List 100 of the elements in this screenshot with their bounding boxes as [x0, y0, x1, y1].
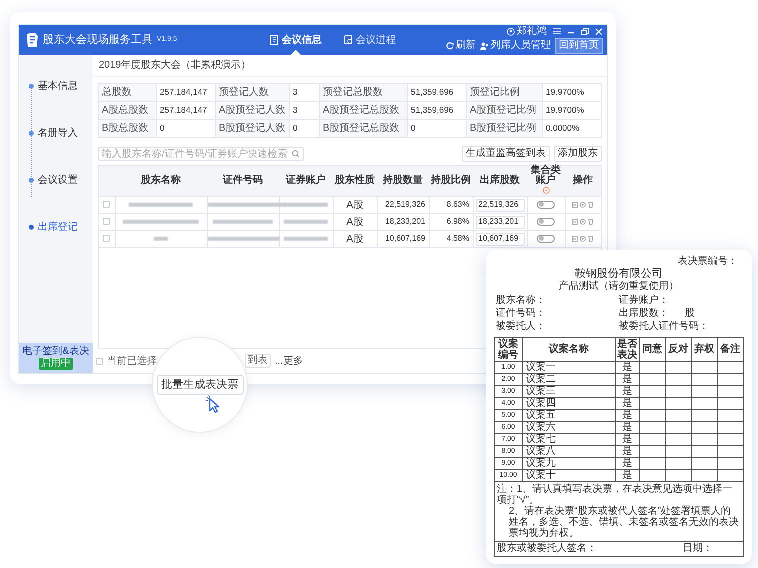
signature-label: 股东或被委托人签名：	[497, 543, 597, 555]
column-header: 反对	[668, 344, 688, 355]
edit-icon[interactable]	[572, 236, 578, 242]
toolbar-button[interactable]: 刷新	[446, 40, 476, 50]
edit-icon[interactable]	[572, 202, 578, 208]
table-cell: 是	[616, 386, 640, 398]
table-cell: 6.98%	[429, 214, 473, 230]
action-button[interactable]: 添加股东	[554, 146, 602, 162]
clipboard-icon	[344, 35, 353, 45]
refresh-icon	[446, 42, 454, 50]
table-cell: 议案二	[522, 374, 616, 386]
trash-icon[interactable]	[588, 202, 594, 208]
action-button[interactable]: 生成董监高签到表	[462, 146, 550, 162]
toggle-switch[interactable]	[537, 234, 555, 243]
column-header: 持股数量	[383, 175, 423, 186]
checkbox[interactable]	[103, 201, 110, 208]
table-cell: 是	[616, 374, 640, 386]
table-cell: 18,233,201	[377, 214, 429, 230]
stat-label: A股预登记总股数	[320, 102, 408, 120]
tab[interactable]: 会议信息	[267, 25, 325, 55]
table-cell: A股	[333, 230, 377, 248]
menu-icon[interactable]	[553, 28, 561, 35]
column-header: 集合类账户	[530, 166, 562, 186]
view-icon[interactable]	[580, 236, 586, 242]
attendance-input[interactable]: 22,519,326	[476, 198, 524, 212]
table-cell: A股	[333, 214, 377, 230]
table-cell: 议案四	[522, 398, 616, 410]
home-button[interactable]: 回到首页	[555, 38, 603, 54]
app-title: 股东大会现场服务工具	[43, 32, 153, 48]
unit-label: 股	[685, 308, 695, 320]
close-icon[interactable]	[595, 28, 603, 36]
table-cell: 议案十	[522, 470, 616, 482]
table-cell: 是	[616, 398, 640, 410]
table-cell: 议案八	[522, 446, 616, 458]
column-header: 股东性质	[335, 175, 375, 186]
bullet-icon	[29, 131, 34, 136]
company-name: 鞍钢股份有限公司	[575, 268, 663, 280]
table-cell: 是	[616, 362, 640, 374]
table-cell: 议案一	[522, 362, 616, 374]
status-badge: 启用中	[39, 358, 73, 370]
stat-label: A股预登记比例	[466, 102, 542, 120]
edit-icon[interactable]	[572, 219, 578, 225]
attendance-input[interactable]: 10,607,169	[476, 232, 524, 246]
ballot-subtitle: 产品测试（请勿重复使用）	[559, 281, 679, 292]
table-cell: 是	[616, 458, 640, 470]
blurred-text	[284, 220, 328, 224]
column-header: 持股比例	[431, 175, 471, 186]
checkbox[interactable]	[96, 358, 103, 364]
field-label: 证券账户：	[619, 295, 669, 307]
more-link[interactable]: ...更多	[275, 354, 304, 368]
column-header: 弃权	[694, 344, 714, 355]
checkbox[interactable]	[103, 218, 110, 226]
field-label: 证件号码：	[496, 308, 546, 320]
feature-label: 电子签到&表决	[22, 346, 90, 356]
blurred-text	[208, 236, 280, 241]
view-icon[interactable]	[580, 219, 586, 225]
field-label: 股东名称：	[496, 295, 546, 307]
toggle-switch[interactable]	[537, 200, 555, 209]
tab-pointer-icon	[291, 50, 301, 55]
table-cell: 22,519,326	[377, 196, 429, 214]
checkbox[interactable]	[103, 235, 110, 242]
stat-label: B股总股数	[98, 120, 156, 138]
stat-label: 总股数	[98, 84, 156, 102]
view-icon[interactable]	[580, 202, 586, 208]
document-icon	[270, 35, 279, 45]
user-name: 郑礼鸿	[517, 26, 547, 36]
stat-value: 257,184,147	[156, 84, 216, 102]
generate-ballots-button[interactable]: 批量生成表决票	[156, 374, 244, 396]
ballot-number-label: 表决票编号：	[678, 256, 738, 268]
search-field[interactable]: 输入股东名称/证件号码/证券账户快速检索	[98, 147, 304, 161]
toggle-switch[interactable]	[537, 218, 555, 226]
note-text: 2、请在表决票“股东或被代人签名”处签署填票人的姓名，多选、不选、错填、未签名或签名无效的表决票均视为弃权。	[508, 506, 740, 539]
sign-in-sheet-button[interactable]: 到表	[245, 354, 271, 368]
stat-label: B股预登记人数	[216, 120, 290, 138]
app-logo-icon	[25, 32, 39, 48]
sidebar-item[interactable]: 名册导入	[29, 126, 93, 141]
stat-value: 19.9700%	[542, 102, 602, 120]
table-cell: 4.58%	[429, 230, 473, 248]
stat-value: 19.9700%	[542, 84, 602, 102]
sidebar-item[interactable]: 出席登记	[29, 220, 93, 235]
sidebar-item[interactable]: 基本信息	[29, 79, 93, 94]
table-cell: 议案三	[522, 386, 616, 398]
search-icon	[292, 150, 300, 158]
attendance-input[interactable]: 18,233,201	[476, 216, 524, 228]
tab[interactable]: 会议进程	[341, 25, 399, 55]
stat-label: B股预登记总股数	[320, 120, 408, 138]
trash-icon[interactable]	[588, 236, 594, 242]
sidebar-item[interactable]: 会议设置	[29, 173, 93, 188]
toolbar-button[interactable]: 列席人员管理	[480, 40, 551, 50]
trash-icon[interactable]	[588, 219, 594, 225]
stat-value: 51,359,696	[408, 84, 466, 102]
user-icon	[507, 28, 515, 36]
column-header: 操作	[573, 175, 593, 186]
selection-label: 当前已选择	[107, 354, 157, 368]
help-icon	[542, 186, 550, 194]
restore-icon[interactable]	[581, 28, 589, 36]
table-cell: 8.63%	[429, 196, 473, 214]
field-label: 被委托人：	[496, 321, 546, 333]
column-header: 是否表决	[618, 338, 638, 360]
people-icon	[480, 42, 489, 50]
